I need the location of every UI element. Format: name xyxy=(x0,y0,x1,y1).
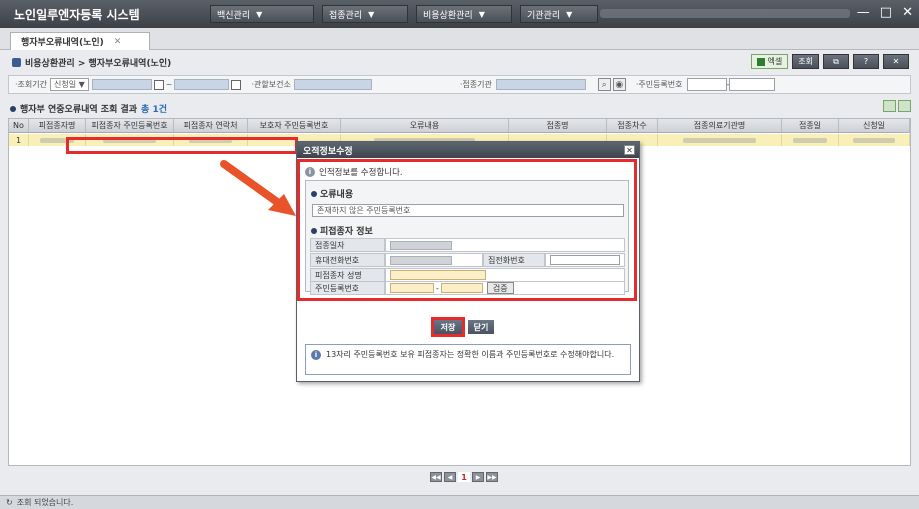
help-icon[interactable]: ? xyxy=(853,54,879,69)
close-icon[interactable]: ✕ xyxy=(902,5,913,20)
cell-apply-date[interactable] xyxy=(839,134,910,146)
top-menu: 백신관리 ▼ 접종관리 ▼ 비용상환관리 ▼ 기관관리 ▼ xyxy=(210,5,598,23)
close-page-icon[interactable]: ✕ xyxy=(883,54,909,69)
menu-label: 기관관리 xyxy=(527,10,561,21)
next-page-button[interactable]: ▶ xyxy=(472,472,484,482)
col-header[interactable]: 접종의료기관명 xyxy=(658,119,782,132)
breadcrumb-text: 비용상환관리 > 행자부오류내역(노인) xyxy=(25,59,172,69)
menu-vaccination[interactable]: 접종관리 ▼ xyxy=(322,5,408,23)
pagination: ◀◀ ◀ 1 ▶ ▶▶ xyxy=(430,472,498,482)
tab-error-history[interactable]: 행자부오류내역(노인) ✕ xyxy=(10,32,150,50)
status-icon: ↻ xyxy=(6,498,13,507)
app-title: 노인일루엔자등록 시스템 xyxy=(14,7,140,22)
chevron-down-icon: ▼ xyxy=(256,9,263,19)
column-settings-icon[interactable] xyxy=(883,100,896,112)
export-icon[interactable]: ⧉ xyxy=(823,54,849,69)
tab-bar: 행자부오류내역(노인) ✕ xyxy=(0,28,919,50)
dialog-title: 오적정보수정 xyxy=(297,142,639,158)
status-text: 조회 되었습니다. xyxy=(16,498,74,507)
excel-icon xyxy=(756,57,765,66)
blurred-text xyxy=(853,137,895,143)
last-page-button[interactable]: ▶▶ xyxy=(486,472,498,482)
calendar-icon[interactable] xyxy=(231,79,242,90)
excel-label: 엑셀 xyxy=(767,57,783,66)
health-center-select[interactable] xyxy=(293,79,372,90)
period-type-select[interactable]: 신청일 ▼ xyxy=(49,78,89,91)
blurred-text xyxy=(682,137,757,143)
chevron-down-icon: ▼ xyxy=(566,9,573,19)
status-bar: ↻ 조회 되었습니다. xyxy=(0,495,919,509)
title-bar: 노인일루엔자등록 시스템 백신관리 ▼ 접종관리 ▼ 비용상환관리 ▼ 기관관리 ▼ —… xyxy=(0,0,919,28)
cell-no: 1 xyxy=(9,134,29,146)
breadcrumb: 비용상환관리 > 행자부오류내역(노인) xyxy=(12,56,171,69)
excel-button[interactable]: 엑셀 xyxy=(750,54,789,69)
page-toolbar: 엑셀 조회 ⧉ ? ✕ xyxy=(750,54,909,69)
menu-label: 비용상환관리 xyxy=(423,10,473,21)
notice-text: 13자리 주민등록번호 보유 피접종자는 정확한 이름과 주민등록번호로 수정해… xyxy=(326,350,615,359)
chevron-down-icon: ▼ xyxy=(368,9,375,19)
institution-label: ·접종기관 xyxy=(459,80,492,89)
blurred-text xyxy=(793,137,827,143)
search-icon[interactable]: ⌕ xyxy=(597,78,611,91)
col-header[interactable]: 피접종자 주민등록번호 xyxy=(86,119,174,132)
dialog-close-icon[interactable]: ✕ xyxy=(624,145,635,155)
cell-institution[interactable] xyxy=(658,134,782,146)
tab-close-icon[interactable]: ✕ xyxy=(114,37,122,47)
chevron-down-icon: ▼ xyxy=(478,9,485,19)
calendar-icon[interactable] xyxy=(153,79,164,90)
col-header[interactable]: No xyxy=(9,119,29,132)
form-highlight-box xyxy=(297,159,637,301)
cancel-button[interactable]: 닫기 xyxy=(468,320,494,334)
grid-tools xyxy=(883,100,911,112)
health-center-label: ·관할보건소 xyxy=(251,80,291,89)
menu-label: 백신관리 xyxy=(217,10,251,21)
prev-page-button[interactable]: ◀ xyxy=(444,472,456,482)
reset-icon[interactable]: ◉ xyxy=(612,78,626,91)
cell-date[interactable] xyxy=(782,134,839,146)
tab-label: 행자부오류내역(노인) xyxy=(21,38,104,48)
edit-info-dialog: 오적정보수정 ✕ i 인적정보를 수정합니다. 오류내용 존재하지 않은 주민등… xyxy=(296,141,640,382)
rrn-back-input[interactable] xyxy=(729,78,776,91)
rrn-front-input[interactable] xyxy=(686,78,727,91)
notice-box: i 13자리 주민등록번호 보유 피접종자는 정확한 이름과 주민등록번호로 수… xyxy=(305,344,631,375)
menu-vaccine[interactable]: 백신관리 ▼ xyxy=(210,5,314,23)
menu-institution[interactable]: 기관관리 ▼ xyxy=(520,5,598,23)
result-count: 총 1건 xyxy=(141,105,168,115)
minimize-icon[interactable]: — xyxy=(857,5,870,20)
row-highlight-box xyxy=(66,137,298,154)
institution-input[interactable] xyxy=(495,79,586,90)
grid-excel-icon[interactable] xyxy=(898,100,911,112)
col-header[interactable]: 오류내용 xyxy=(341,119,509,132)
page-icon xyxy=(12,58,21,67)
col-header[interactable]: 접종일 xyxy=(782,119,839,132)
first-page-button[interactable]: ◀◀ xyxy=(430,472,442,482)
menu-reimbursement[interactable]: 비용상환관리 ▼ xyxy=(416,5,512,23)
period-label: ·조회기간 xyxy=(15,80,47,89)
save-button[interactable]: 저장 xyxy=(434,320,462,334)
col-header[interactable]: 접종명 xyxy=(509,119,607,132)
search-bar: ·조회기간 신청일 ▼ ~ ·관할보건소 ·접종기관 ⌕ ◉ ·주민등록번호 - xyxy=(8,75,911,94)
info-icon: i xyxy=(311,350,321,360)
rrn-label: ·주민등록번호 xyxy=(635,80,683,89)
col-header[interactable]: 접종차수 xyxy=(607,119,658,132)
col-header[interactable]: 피접종자명 xyxy=(29,119,86,132)
grid-header: No 피접종자명 피접종자 주민등록번호 피접종자 연락처 보호자 주민등록번호… xyxy=(9,119,910,133)
maximize-icon[interactable]: □ xyxy=(880,5,892,20)
col-header[interactable]: 피접종자 연락처 xyxy=(174,119,248,132)
menu-label: 접종관리 xyxy=(329,10,363,21)
end-date-input[interactable] xyxy=(174,79,230,90)
search-button[interactable]: 조회 xyxy=(792,54,819,69)
blurred-user-info xyxy=(600,9,850,18)
period-select-value: 신청일 xyxy=(53,80,77,89)
col-header[interactable]: 보호자 주민등록번호 xyxy=(248,119,341,132)
current-page[interactable]: 1 xyxy=(458,472,470,482)
range-separator: ~ xyxy=(165,80,173,89)
col-header[interactable]: 신청일 xyxy=(839,119,910,132)
bullet-icon xyxy=(10,105,16,112)
result-title-text: 행자부 연중오류내역 조회 결과 xyxy=(20,105,138,115)
start-date-input[interactable] xyxy=(91,79,152,90)
window-controls: — □ ✕ xyxy=(857,5,913,20)
arrow-annotation-icon xyxy=(220,160,296,216)
result-title: 행자부 연중오류내역 조회 결과 총 1건 xyxy=(10,102,167,115)
